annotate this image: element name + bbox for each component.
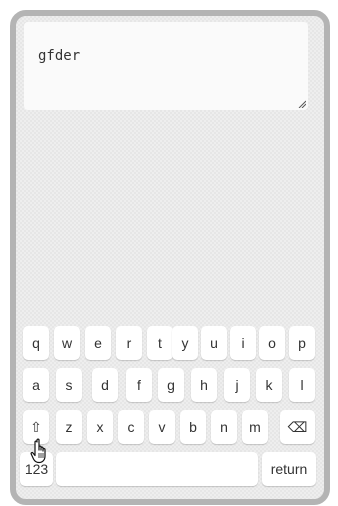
key-j[interactable]: j <box>224 368 250 402</box>
key-b[interactable]: b <box>180 410 206 444</box>
key-p[interactable]: p <box>289 326 315 360</box>
key-k[interactable]: k <box>256 368 282 402</box>
key-r[interactable]: r <box>116 326 142 360</box>
key-z[interactable]: z <box>56 410 82 444</box>
key-g[interactable]: g <box>158 368 184 402</box>
key-e[interactable]: e <box>85 326 111 360</box>
key-l[interactable]: l <box>289 368 315 402</box>
key-o[interactable]: o <box>259 326 285 360</box>
key-i[interactable]: i <box>230 326 256 360</box>
key-y[interactable]: y <box>172 326 198 360</box>
text-input-area[interactable]: gfder <box>24 22 308 110</box>
key-a[interactable]: a <box>23 368 49 402</box>
key-d[interactable]: d <box>92 368 118 402</box>
key-h[interactable]: h <box>191 368 217 402</box>
key-u[interactable]: u <box>201 326 227 360</box>
numbers-key[interactable]: 123 <box>20 452 53 486</box>
key-f[interactable]: f <box>126 368 152 402</box>
key-q[interactable]: q <box>23 326 49 360</box>
key-t[interactable]: t <box>147 326 173 360</box>
key-w[interactable]: w <box>54 326 80 360</box>
key-m[interactable]: m <box>242 410 268 444</box>
space-bar[interactable] <box>56 452 258 486</box>
virtual-keyboard: q w e r t y u i o p a s d f g h j k l ⇧ … <box>16 312 324 498</box>
text-input-value: gfder <box>38 48 81 64</box>
key-s[interactable]: s <box>56 368 82 402</box>
key-x[interactable]: x <box>87 410 113 444</box>
backspace-key[interactable]: ⌫ <box>280 410 315 444</box>
key-v[interactable]: v <box>149 410 175 444</box>
key-c[interactable]: c <box>118 410 144 444</box>
phone-frame: gfder q w e r t y u i o p a s d f g h j … <box>10 10 330 505</box>
key-n[interactable]: n <box>211 410 237 444</box>
shift-key[interactable]: ⇧ <box>23 410 49 444</box>
resize-grip-icon[interactable] <box>298 100 306 108</box>
return-key[interactable]: return <box>262 452 316 486</box>
